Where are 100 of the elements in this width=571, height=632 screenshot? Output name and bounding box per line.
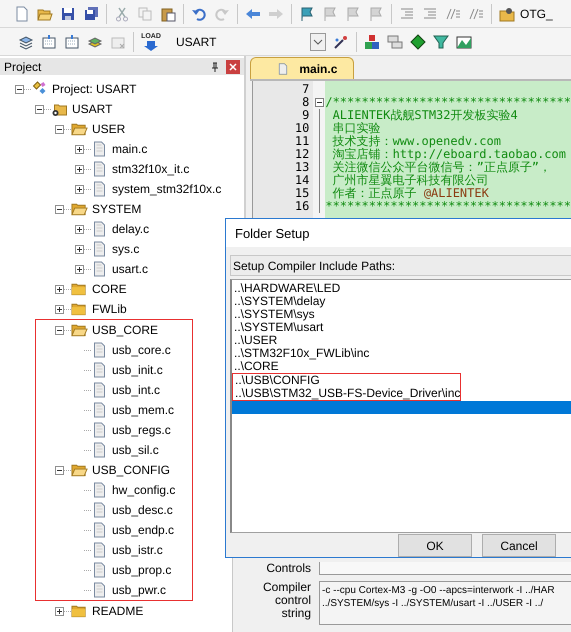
new-file-icon[interactable] (14, 6, 30, 22)
list-item[interactable]: ..\SYSTEM\usart (232, 321, 571, 334)
expand-icon[interactable] (75, 144, 84, 154)
file-icon (91, 362, 108, 378)
file-icon (91, 522, 108, 538)
file-icon (91, 402, 108, 418)
field-label: Compiler control string (262, 581, 312, 620)
code-line: 串口实验 (332, 121, 381, 135)
code-line: 作者：正点原子 @ALIENTEK (332, 186, 489, 200)
tree-item[interactable]: sys.c (112, 242, 140, 256)
tree-item[interactable]: README (92, 604, 144, 618)
tree-item[interactable]: USB_CORE (92, 323, 158, 337)
tree-item[interactable]: usb_core.c (112, 343, 171, 357)
list-item[interactable]: ..\USB\CONFIG (233, 374, 460, 387)
paste-icon[interactable] (160, 6, 176, 22)
tree-item[interactable]: USART (72, 102, 112, 116)
pin-icon[interactable] (210, 62, 220, 72)
tree-item[interactable]: USER (92, 122, 126, 136)
collapse-icon[interactable] (35, 104, 44, 114)
panel-title: Project (4, 60, 42, 74)
indent-icon[interactable] (399, 6, 415, 22)
expand-icon[interactable] (55, 304, 64, 314)
line-number: 16 (294, 200, 310, 213)
blocks-icon[interactable] (364, 34, 380, 50)
windows-icon[interactable] (387, 34, 403, 50)
flag-icon[interactable] (299, 6, 315, 22)
expand-icon[interactable] (55, 606, 64, 616)
controls-field[interactable] (319, 562, 571, 575)
line-number: 7 (301, 83, 310, 96)
compiler-string-field[interactable]: -c --cpu Cortex-M3 -g -O0 --apcs=interwork -I ../HAR ../SYSTEM/sys -I ../SYSTEM/usart -I ../USER -I ../ (319, 581, 571, 625)
file-icon (91, 241, 108, 257)
expand-icon[interactable] (75, 264, 84, 274)
file-icon (91, 562, 108, 578)
line-number: 10 (294, 122, 310, 135)
diamond-icon[interactable] (410, 34, 426, 50)
file-icon (91, 582, 108, 598)
expand-icon[interactable] (75, 184, 84, 194)
collapse-icon[interactable] (15, 84, 24, 94)
list-item[interactable]: ..\SYSTEM\delay (232, 295, 571, 308)
close-icon[interactable] (226, 60, 240, 74)
tree-item[interactable]: usb_regs.c (112, 423, 171, 437)
tree-item[interactable]: usb_mem.c (112, 403, 174, 417)
tree-item[interactable]: usb_sil.c (112, 443, 159, 457)
open-folder-icon (71, 322, 88, 338)
list-item[interactable]: ..\USER (232, 334, 571, 347)
file-icon (91, 221, 108, 237)
list-item[interactable]: ..\USB\STM32_USB-FS-Device_Driver\inc (233, 387, 460, 400)
tree-item[interactable]: SYSTEM (92, 202, 142, 216)
line-number: 8 (301, 96, 310, 109)
tree-item[interactable]: usb_endp.c (112, 523, 174, 537)
list-item[interactable]: ..\HARDWARE\LED (232, 282, 571, 295)
tree-item[interactable]: system_stm32f10x.c (112, 182, 222, 196)
tree-item[interactable]: usart.c (112, 262, 148, 276)
tree-item[interactable]: delay.c (112, 222, 150, 236)
tree-item[interactable]: usb_prop.c (112, 563, 172, 577)
folder-icon (71, 301, 88, 317)
tree-item[interactable]: USB_CONFIG (92, 463, 170, 477)
line-number: 11 (294, 135, 310, 148)
expand-icon[interactable] (75, 244, 84, 254)
code-line: 技术支持：www.openedv.com (332, 134, 501, 148)
tree-item[interactable]: main.c (112, 142, 148, 156)
tree-item[interactable]: hw_config.c (112, 483, 176, 497)
collapse-icon[interactable] (55, 326, 64, 334)
magic-wand-icon[interactable] (333, 34, 349, 50)
expand-icon[interactable] (75, 164, 84, 174)
chart-icon[interactable] (456, 34, 472, 50)
collapse-icon[interactable] (55, 466, 64, 474)
funnel-icon[interactable] (433, 34, 449, 50)
file-icon (91, 482, 108, 498)
tree-item[interactable]: CORE (92, 282, 127, 296)
file-icon (91, 382, 108, 398)
save-icon[interactable] (60, 6, 76, 22)
tree-item[interactable]: usb_desc.c (112, 503, 173, 517)
tree-item[interactable]: usb_init.c (112, 363, 163, 377)
line-number: 13 (294, 161, 310, 174)
editor-tab[interactable]: main.c (250, 57, 354, 79)
tree-item[interactable]: usb_istr.c (112, 543, 163, 557)
tree-item[interactable]: FWLib (92, 302, 127, 316)
tree-item[interactable]: usb_pwr.c (112, 583, 166, 597)
file-icon (91, 342, 108, 358)
list-item[interactable]: ..\SYSTEM\sys (232, 308, 571, 321)
code-line: 广州市星翼电子科技有限公司 (332, 173, 489, 187)
dialog-button[interactable]: Cancel (482, 534, 556, 557)
field-label: Controls (265, 562, 312, 575)
save-all-icon[interactable] (83, 6, 99, 22)
expand-icon[interactable] (55, 284, 64, 294)
outdent-icon[interactable] (422, 6, 438, 22)
tree-item[interactable]: usb_int.c (112, 383, 160, 397)
dialog-button[interactable]: OK (398, 534, 472, 557)
line-number: 15 (294, 187, 310, 200)
collapse-icon[interactable] (55, 124, 64, 134)
target-dropdown[interactable]: USART (170, 32, 326, 52)
tree-item[interactable]: stm32f10x_it.c (112, 162, 190, 176)
expand-icon[interactable] (75, 224, 84, 234)
collapse-icon[interactable] (314, 98, 324, 107)
list-item[interactable]: ..\STM32F10x_FWLib\inc (232, 347, 571, 360)
list-item[interactable]: ..\CORE (232, 360, 571, 373)
tree-item[interactable]: Project: USART (52, 82, 136, 96)
code-line: ********************************** (325, 199, 571, 213)
collapse-icon[interactable] (55, 204, 64, 214)
